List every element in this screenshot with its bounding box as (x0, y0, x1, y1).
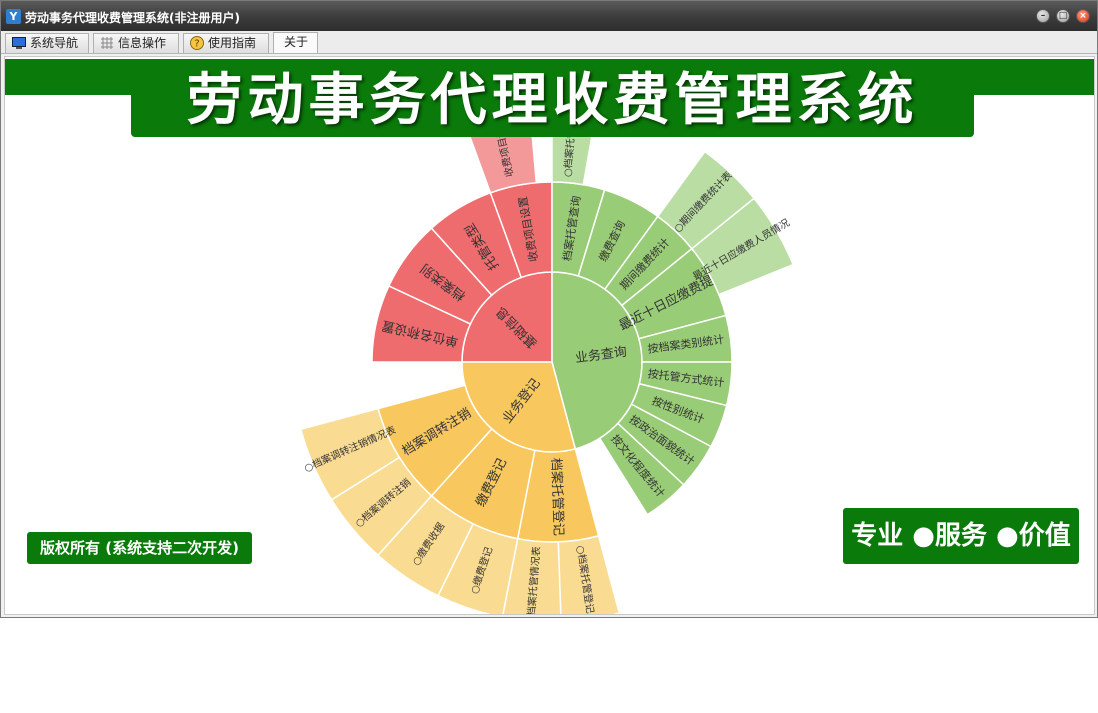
tab-user-guide[interactable]: ? 使用指南 (183, 33, 269, 53)
tab-label: 信息操作 (118, 36, 167, 50)
grid-icon (101, 37, 113, 49)
tab-label: 使用指南 (208, 36, 257, 50)
tab-info-ops[interactable]: 信息操作 (93, 33, 179, 53)
banner-title: 劳动事务代理收费管理系统 (131, 65, 974, 137)
tab-about[interactable]: 关于 (273, 32, 318, 53)
slogan-badge: 专业 ●服务 ●价值 (843, 508, 1079, 564)
maximize-button[interactable]: □ (1056, 9, 1070, 23)
app-window: Y 劳动事务代理收费管理系统(非注册用户) – □ × 系统导航 信息操作 ? … (0, 0, 1098, 618)
close-button[interactable]: × (1076, 9, 1090, 23)
window-title: 劳动事务代理收费管理系统(非注册用户) (25, 11, 240, 25)
svg-text:?: ? (194, 39, 199, 50)
minimize-button[interactable]: – (1036, 9, 1050, 23)
tab-bar: 系统导航 信息操作 ? 使用指南 关于 (1, 31, 1097, 54)
help-icon: ? (190, 36, 204, 50)
tab-label: 关于 (284, 35, 309, 49)
copyright-badge: 版权所有 (系统支持二次开发) (27, 532, 252, 564)
sunburst-child-label: 档案托管登记 (548, 458, 566, 536)
title-bar[interactable]: Y 劳动事务代理收费管理系统(非注册用户) – □ × (1, 1, 1097, 31)
app-logo-icon: Y (6, 9, 21, 24)
main-panel: 基础信息 单位名称设置 档案类别 托管类型 收费项目设置 收费项目设置 业务查询 档案托管查询… (4, 56, 1095, 615)
tab-system-nav[interactable]: 系统导航 (5, 33, 89, 53)
tab-label: 系统导航 (30, 36, 79, 50)
monitor-icon (12, 37, 26, 49)
